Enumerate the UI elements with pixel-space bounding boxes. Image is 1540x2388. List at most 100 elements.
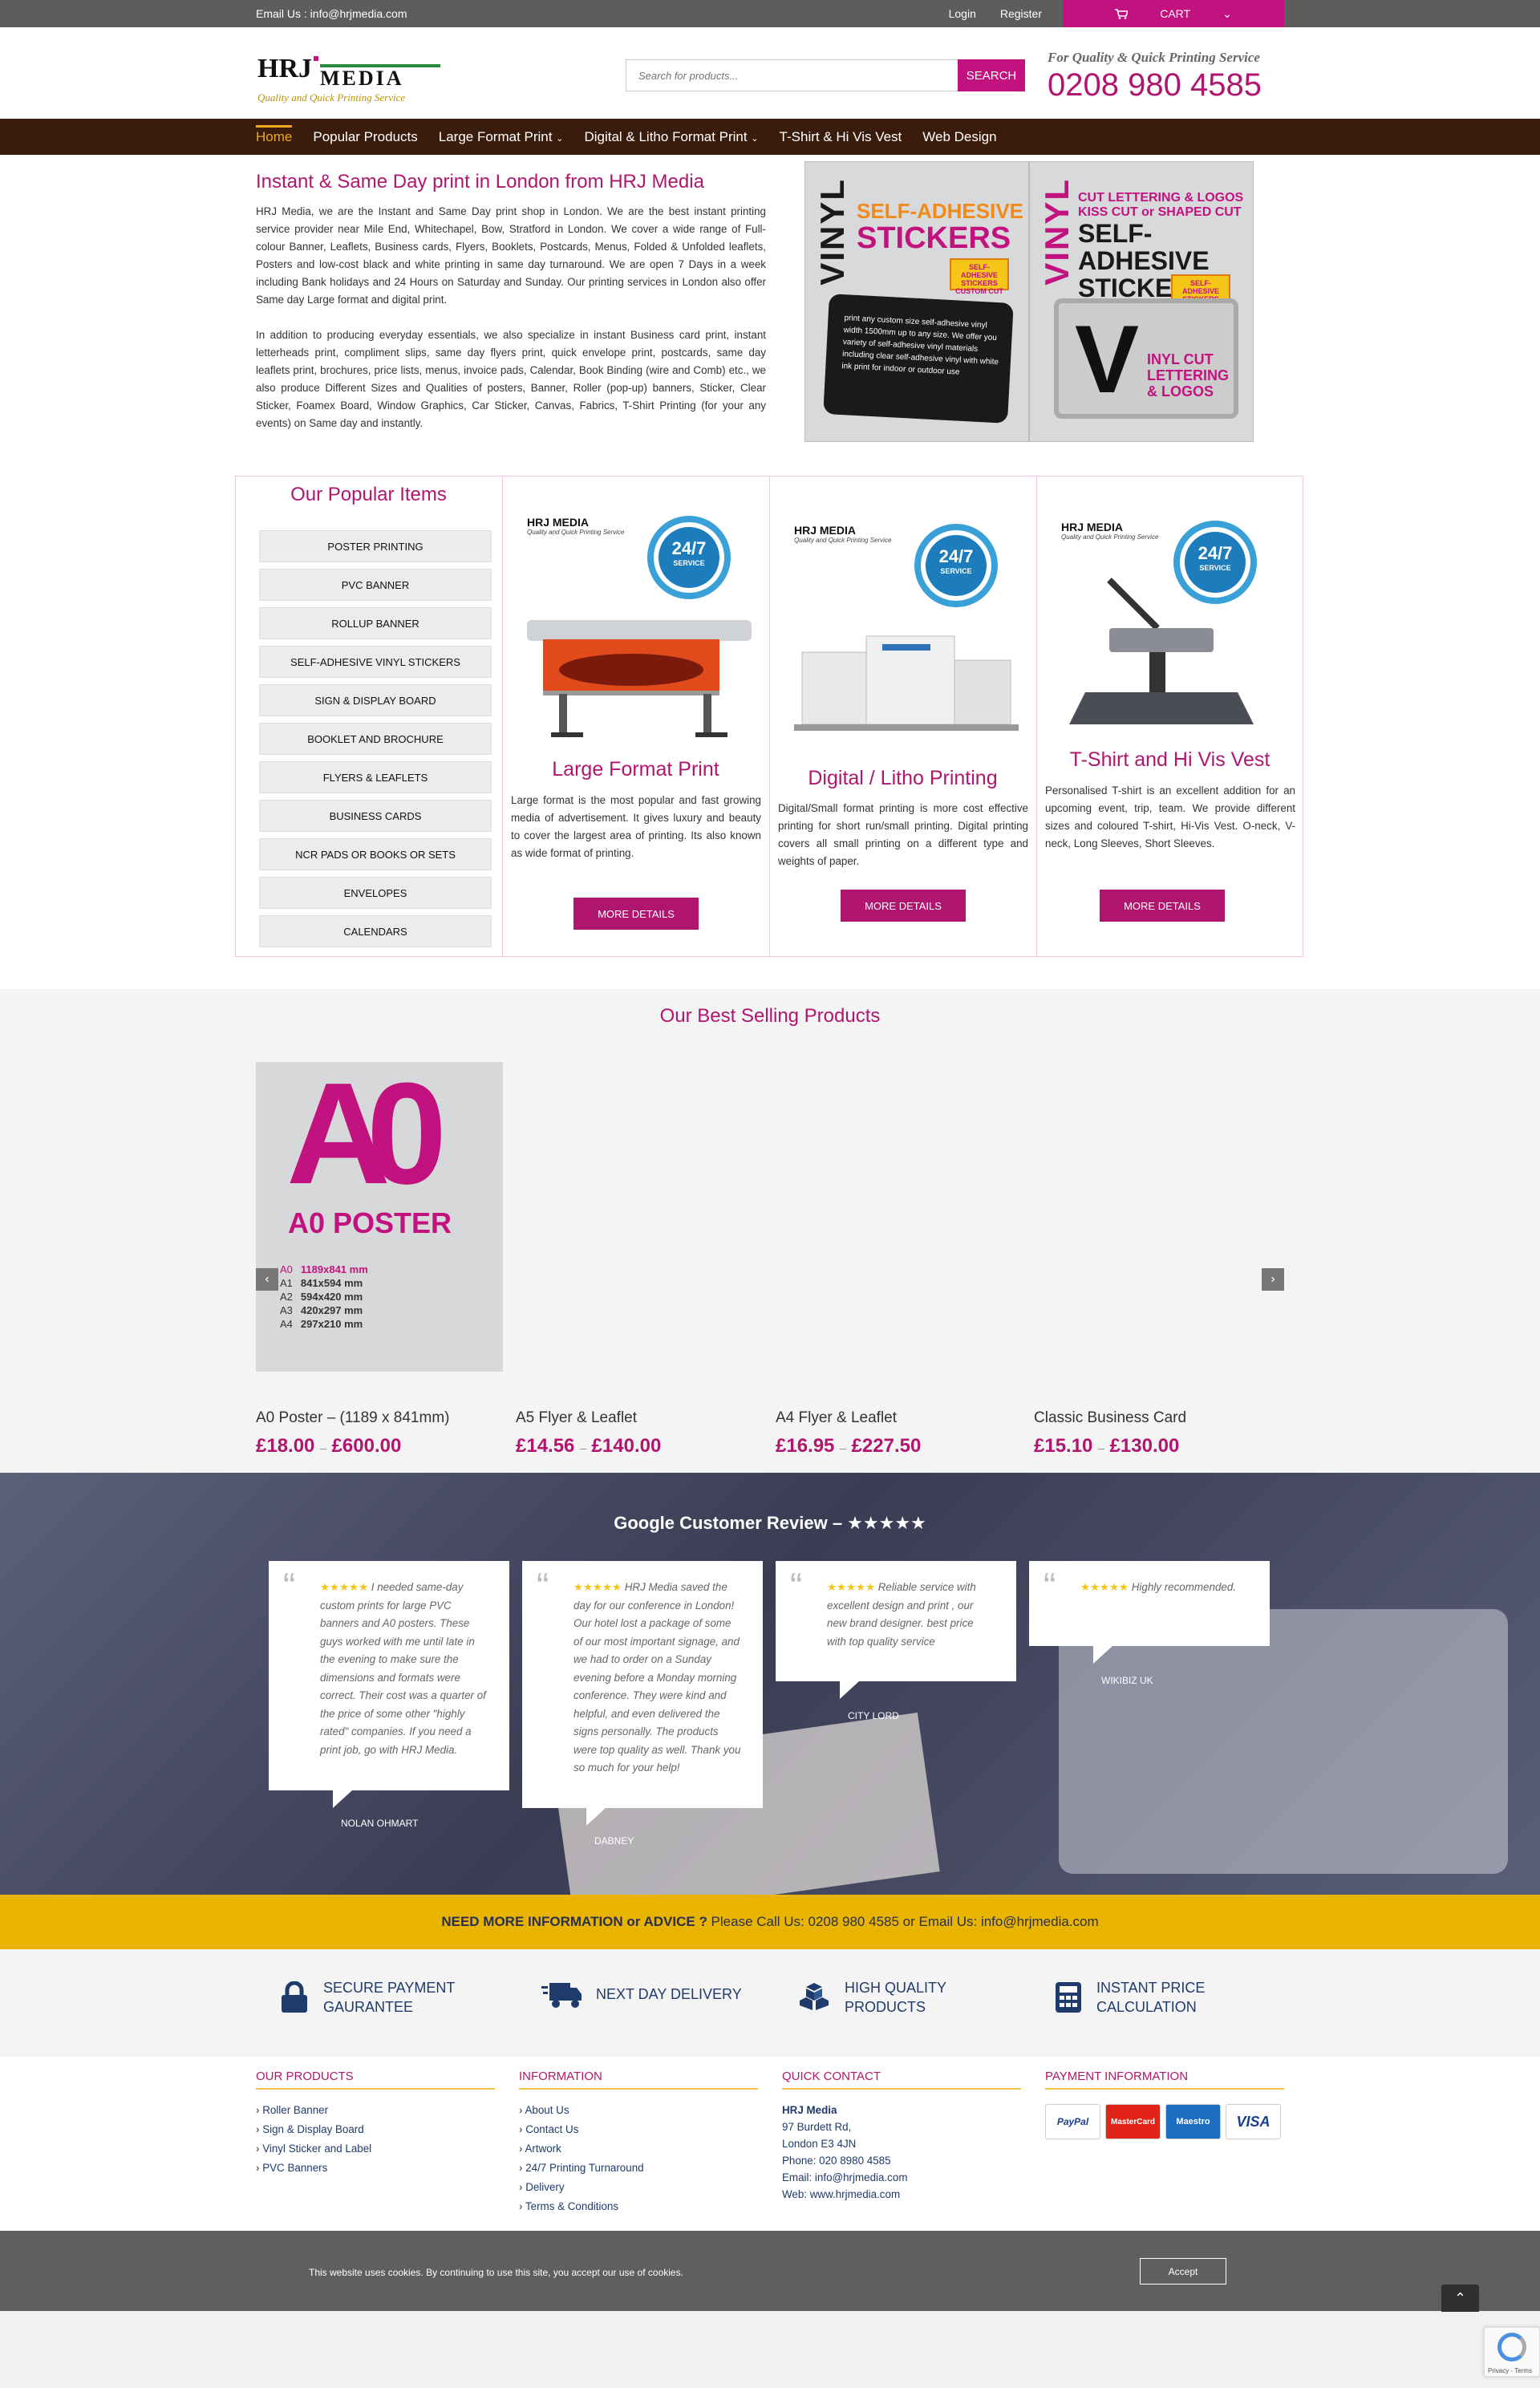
svg-text:Quality and Quick Printing Ser: Quality and Quick Printing Service bbox=[257, 91, 405, 103]
sticker-text: print any custom size self-adhesive viny… bbox=[841, 314, 999, 377]
review-card: “ ★★★★★ Reliable service with excellent … bbox=[776, 1561, 1016, 1699]
product-name[interactable]: A5 Flyer & Leaflet bbox=[516, 1409, 763, 1427]
best-selling-title: Our Best Selling Products bbox=[659, 1005, 881, 1027]
product-card[interactable]: A5 Flyer & Leaflet £14.56 – £140.00 bbox=[516, 1409, 763, 1458]
popular-item[interactable]: NCR PADS OR BOOKS OR SETS bbox=[259, 838, 492, 870]
chevron-down-icon: ⌄ bbox=[1222, 6, 1232, 20]
nav-large-format[interactable]: Large Format Print ⌄ bbox=[439, 129, 564, 145]
popular-item[interactable]: CALENDARS bbox=[259, 915, 492, 947]
product-card[interactable]: A0 Poster – (1189 x 841mm) £18.00 – £600… bbox=[256, 1409, 503, 1458]
more-details-button[interactable]: MORE DETAILS bbox=[573, 898, 699, 930]
product-price: £16.95 – £227.50 bbox=[776, 1435, 1023, 1458]
popular-item[interactable]: ENVELOPES bbox=[259, 877, 492, 909]
contact-email[interactable]: Email: info@hrjmedia.com bbox=[782, 2171, 1021, 2183]
header-tagline: For Quality & Quick Printing Service bbox=[1048, 50, 1260, 65]
product-name[interactable]: A4 Flyer & Leaflet bbox=[776, 1409, 1023, 1427]
nav-tshirt[interactable]: T-Shirt & Hi Vis Vest bbox=[780, 129, 902, 145]
popular-items-title: Our Popular Items bbox=[290, 484, 447, 505]
mini-logo-text: HRJ MEDIA bbox=[527, 516, 590, 529]
popular-item[interactable]: POSTER PRINTING bbox=[259, 530, 492, 562]
recaptcha-badge[interactable]: Privacy - Terms bbox=[1484, 2327, 1540, 2377]
card-text: Personalised T-shirt is an excellent add… bbox=[1045, 785, 1295, 849]
back-to-top-button[interactable]: ⌃ bbox=[1441, 2285, 1479, 2312]
recaptcha-links[interactable]: Privacy - Terms bbox=[1488, 2367, 1532, 2374]
header: HRJ MEDIA Quality and Quick Printing Ser… bbox=[0, 27, 1540, 119]
footer-link[interactable]: Delivery bbox=[519, 2181, 758, 2193]
footer-link[interactable]: Roller Banner bbox=[256, 2104, 495, 2116]
heat-press-image bbox=[1069, 578, 1254, 724]
nav-popular-products[interactable]: Popular Products bbox=[313, 129, 417, 145]
chevron-left-icon: ‹ bbox=[265, 1272, 270, 1286]
mini-logo: HRJ MEDIA Quality and Quick Printing Serv… bbox=[527, 516, 624, 536]
nav-home[interactable]: Home bbox=[256, 124, 293, 145]
footer-link[interactable]: PVC Banners bbox=[256, 2162, 495, 2174]
footer-information: INFORMATION About Us Contact Us Artwork … bbox=[519, 2070, 758, 2220]
stars-icon: ★★★★★ bbox=[320, 1581, 369, 1593]
search-input[interactable] bbox=[626, 59, 958, 91]
product-name[interactable]: Classic Business Card bbox=[1034, 1409, 1281, 1427]
advice-contact[interactable]: Please Call Us: 0208 980 4585 or Email U… bbox=[707, 1914, 1099, 1930]
popular-item[interactable]: SIGN & DISPLAY BOARD bbox=[259, 684, 492, 716]
footer-link[interactable]: Artwork bbox=[519, 2143, 758, 2155]
popular-item[interactable]: BUSINESS CARDS bbox=[259, 800, 492, 832]
paypal-icon: PayPal bbox=[1045, 2104, 1100, 2139]
size-code: A3 bbox=[280, 1304, 293, 1316]
login-link[interactable]: Login bbox=[949, 7, 976, 20]
footer-heading: PAYMENT INFORMATION bbox=[1045, 2070, 1284, 2090]
price-low: £16.95 bbox=[776, 1435, 835, 1457]
reviewer-name: CITY LORD bbox=[848, 1710, 899, 1721]
carousel-next-button[interactable]: › bbox=[1262, 1268, 1284, 1291]
register-link[interactable]: Register bbox=[1000, 7, 1042, 20]
advice-bar: NEED MORE INFORMATION or ADVICE ? Please… bbox=[0, 1895, 1540, 1949]
a0-poster-image[interactable]: A0 A0 POSTER A0 1189x841 mm A1 841x594 mm … bbox=[256, 1062, 503, 1372]
footer-link[interactable]: Contact Us bbox=[519, 2123, 758, 2135]
product-name[interactable]: A0 Poster – (1189 x 841mm) bbox=[256, 1409, 503, 1427]
footer-products: OUR PRODUCTS Roller Banner Sign & Displa… bbox=[256, 2070, 495, 2181]
search-bar: SEARCH bbox=[626, 59, 1025, 91]
footer-link[interactable]: About Us bbox=[519, 2104, 758, 2116]
price-dash: – bbox=[1098, 1441, 1104, 1454]
cookie-accept-button[interactable]: Accept bbox=[1140, 2258, 1226, 2285]
mini-logo-text: HRJ MEDIA bbox=[1061, 521, 1124, 533]
footer-link[interactable]: Vinyl Sticker and Label bbox=[256, 2143, 495, 2155]
maestro-icon: Maestro bbox=[1165, 2104, 1221, 2139]
popular-item[interactable]: ROLLUP BANNER bbox=[259, 607, 492, 639]
nav-web-design[interactable]: Web Design bbox=[922, 129, 996, 145]
best-selling-section: Our Best Selling Products A0 A0 POSTER A… bbox=[0, 989, 1540, 1473]
footer-link[interactable]: Sign & Display Board bbox=[256, 2123, 495, 2135]
site-logo[interactable]: HRJ MEDIA Quality and Quick Printing Ser… bbox=[256, 45, 440, 117]
price-high: £227.50 bbox=[851, 1435, 922, 1457]
product-card[interactable]: Classic Business Card £15.10 – £130.00 bbox=[1034, 1409, 1281, 1458]
card-text: Large format is the most popular and fas… bbox=[511, 794, 761, 859]
contact-phone[interactable]: Phone: 020 8980 4585 bbox=[782, 2155, 1021, 2167]
contact-web[interactable]: Web: www.hrjmedia.com bbox=[782, 2188, 1021, 2200]
contact-city: London E3 4JN bbox=[782, 2138, 857, 2150]
vinyl-sticker-banner[interactable]: VINYL SELF-ADHESIVE STICKERS SELF-ADHESI… bbox=[804, 161, 1254, 442]
card-title: Digital / Litho Printing bbox=[808, 767, 998, 789]
header-phone[interactable]: 0208 980 4585 bbox=[1048, 67, 1284, 103]
cart-button[interactable]: CART ⌄ bbox=[1063, 0, 1284, 27]
footer-link[interactable]: 24/7 Printing Turnaround bbox=[519, 2162, 758, 2174]
more-details-button[interactable]: MORE DETAILS bbox=[841, 890, 966, 922]
popular-item[interactable]: FLYERS & LEAFLETS bbox=[259, 761, 492, 793]
top-email[interactable]: Email Us : info@hrjmedia.com bbox=[256, 7, 407, 20]
feature-line-1: INSTANT PRICE bbox=[1096, 1980, 1206, 1996]
popular-item[interactable]: BOOKLET AND BROCHURE bbox=[259, 723, 492, 755]
nav-digital-litho[interactable]: Digital & Litho Format Print ⌄ bbox=[584, 129, 758, 145]
popular-item[interactable]: PVC BANNER bbox=[259, 569, 492, 601]
popular-item[interactable]: SELF-ADHESIVE VINYL STICKERS bbox=[259, 646, 492, 678]
footer-heading: QUICK CONTACT bbox=[782, 2070, 1021, 2090]
mini-logo: HRJ MEDIA Quality and Quick Printing Serv… bbox=[794, 524, 891, 544]
chevron-up-icon: ⌃ bbox=[1453, 2289, 1467, 2306]
footer-link[interactable]: Terms & Conditions bbox=[519, 2200, 758, 2212]
carousel-prev-button[interactable]: ‹ bbox=[256, 1268, 278, 1291]
stars-icon: ★★★★★ bbox=[1080, 1581, 1129, 1593]
review-tail bbox=[1093, 1646, 1112, 1664]
recaptcha-icon bbox=[1497, 2333, 1526, 2362]
digital-press-image bbox=[794, 635, 1019, 731]
search-button[interactable]: SEARCH bbox=[958, 59, 1025, 91]
product-card[interactable]: A4 Flyer & Leaflet £16.95 – £227.50 bbox=[776, 1409, 1023, 1458]
intro-paragraph-1: HRJ Media, we are the Instant and Same D… bbox=[256, 205, 766, 306]
a0-poster-label: A0 POSTER bbox=[288, 1206, 452, 1239]
more-details-button[interactable]: MORE DETAILS bbox=[1100, 890, 1225, 922]
